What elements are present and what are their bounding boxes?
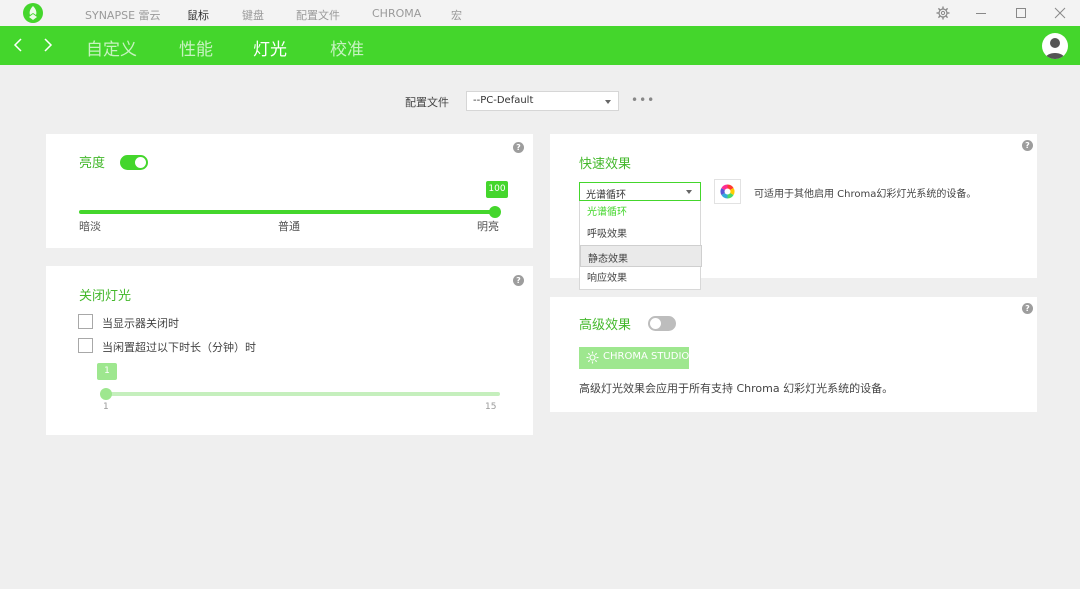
quick-effects-title: 快速效果 xyxy=(579,157,632,172)
color-wheel-button[interactable] xyxy=(714,179,741,204)
tab-lighting[interactable]: 灯光 xyxy=(253,35,287,60)
lights-off-title: 关闭灯光 xyxy=(79,289,132,304)
help-icon[interactable]: ? xyxy=(1022,303,1033,314)
advanced-effects-toggle[interactable] xyxy=(648,316,676,331)
option-breathing[interactable]: 呼吸效果 xyxy=(580,221,700,243)
display-off-checkbox[interactable] xyxy=(78,314,93,329)
profile-label: 配置文件 xyxy=(405,96,449,109)
forward-arrow-icon[interactable] xyxy=(39,36,57,54)
chevron-down-icon xyxy=(605,100,611,104)
brightness-toggle[interactable] xyxy=(120,155,148,170)
minimize-icon[interactable] xyxy=(973,5,989,21)
tab-calibration[interactable]: 校准 xyxy=(330,35,364,60)
quick-effect-dropdown[interactable]: 光谱循环 xyxy=(579,182,701,201)
chroma-studio-button[interactable]: CHROMA STUDIO xyxy=(579,347,689,369)
user-avatar-icon[interactable] xyxy=(1042,33,1068,59)
color-wheel-icon xyxy=(720,184,735,199)
nav-macro[interactable]: 宏 xyxy=(451,7,462,23)
help-icon[interactable]: ? xyxy=(1022,140,1033,151)
nav-keyboard[interactable]: 键盘 xyxy=(242,7,264,23)
chroma-studio-label: CHROMA STUDIO xyxy=(603,351,690,362)
nav-chroma[interactable]: CHROMA xyxy=(372,7,421,20)
idle-slider-thumb[interactable] xyxy=(100,388,112,400)
maximize-icon[interactable] xyxy=(1013,5,1029,21)
quick-effects-description: 可适用于其他启用 Chroma幻彩灯光系统的设备。 xyxy=(754,189,977,200)
option-static[interactable]: 静态效果 xyxy=(580,245,702,267)
tab-customize[interactable]: 自定义 xyxy=(86,35,137,60)
quick-effect-options: 光谱循环 呼吸效果 静态效果 响应效果 xyxy=(579,201,702,290)
nav-profiles[interactable]: 配置文件 xyxy=(296,7,340,23)
brightness-value-badge: 100 xyxy=(486,181,508,198)
lights-off-panel: ? 关闭灯光 当显示器关闭时 当闲置超过以下时长（分钟）时 1 1 15 xyxy=(46,266,533,435)
more-options-icon[interactable]: ••• xyxy=(631,94,655,106)
brightness-slider-track[interactable] xyxy=(79,210,495,214)
brightness-title: 亮度 xyxy=(79,156,106,171)
tick-normal: 普通 xyxy=(278,220,300,233)
title-bar: SYNAPSE 雷云 鼠标 键盘 配置文件 CHROMA 宏 xyxy=(0,0,1080,26)
help-icon[interactable]: ? xyxy=(513,275,524,286)
idle-label: 当闲置超过以下时长（分钟）时 xyxy=(102,341,256,354)
razer-logo-icon xyxy=(23,3,43,23)
tab-performance[interactable]: 性能 xyxy=(179,35,213,60)
advanced-effects-description: 高级灯光效果会应用于所有支持 Chroma 幻彩灯光系统的设备。 xyxy=(579,382,894,395)
quick-effect-selected: 光谱循环 xyxy=(586,190,626,201)
help-icon[interactable]: ? xyxy=(513,142,524,153)
nav-mouse[interactable]: 鼠标 xyxy=(187,7,209,23)
profile-value: --PC-Default xyxy=(473,95,534,106)
advanced-effects-title: 高级效果 xyxy=(579,318,632,333)
idle-slider-track[interactable] xyxy=(106,392,500,396)
sub-nav-bar: 自定义 性能 灯光 校准 xyxy=(0,26,1080,65)
back-arrow-icon[interactable] xyxy=(9,36,27,54)
profile-dropdown[interactable]: --PC-Default xyxy=(466,91,619,111)
sun-icon xyxy=(586,351,599,364)
chevron-down-icon xyxy=(686,190,692,194)
settings-gear-icon[interactable] xyxy=(935,5,951,21)
idle-value-badge: 1 xyxy=(97,363,117,380)
display-off-label: 当显示器关闭时 xyxy=(102,317,179,330)
option-reactive[interactable]: 响应效果 xyxy=(580,265,700,287)
tick-dim: 暗淡 xyxy=(79,220,101,233)
brightness-slider-thumb[interactable] xyxy=(489,206,501,218)
idle-min-label: 1 xyxy=(103,402,109,412)
brightness-panel: ? 亮度 100 暗淡 普通 明亮 xyxy=(46,134,533,248)
close-icon[interactable] xyxy=(1052,5,1068,21)
idle-checkbox[interactable] xyxy=(78,338,93,353)
option-spectrum-cycle[interactable]: 光谱循环 xyxy=(580,201,700,223)
idle-max-label: 15 xyxy=(485,402,497,412)
tick-bright: 明亮 xyxy=(477,220,499,233)
nav-synapse[interactable]: SYNAPSE 雷云 xyxy=(85,7,161,23)
